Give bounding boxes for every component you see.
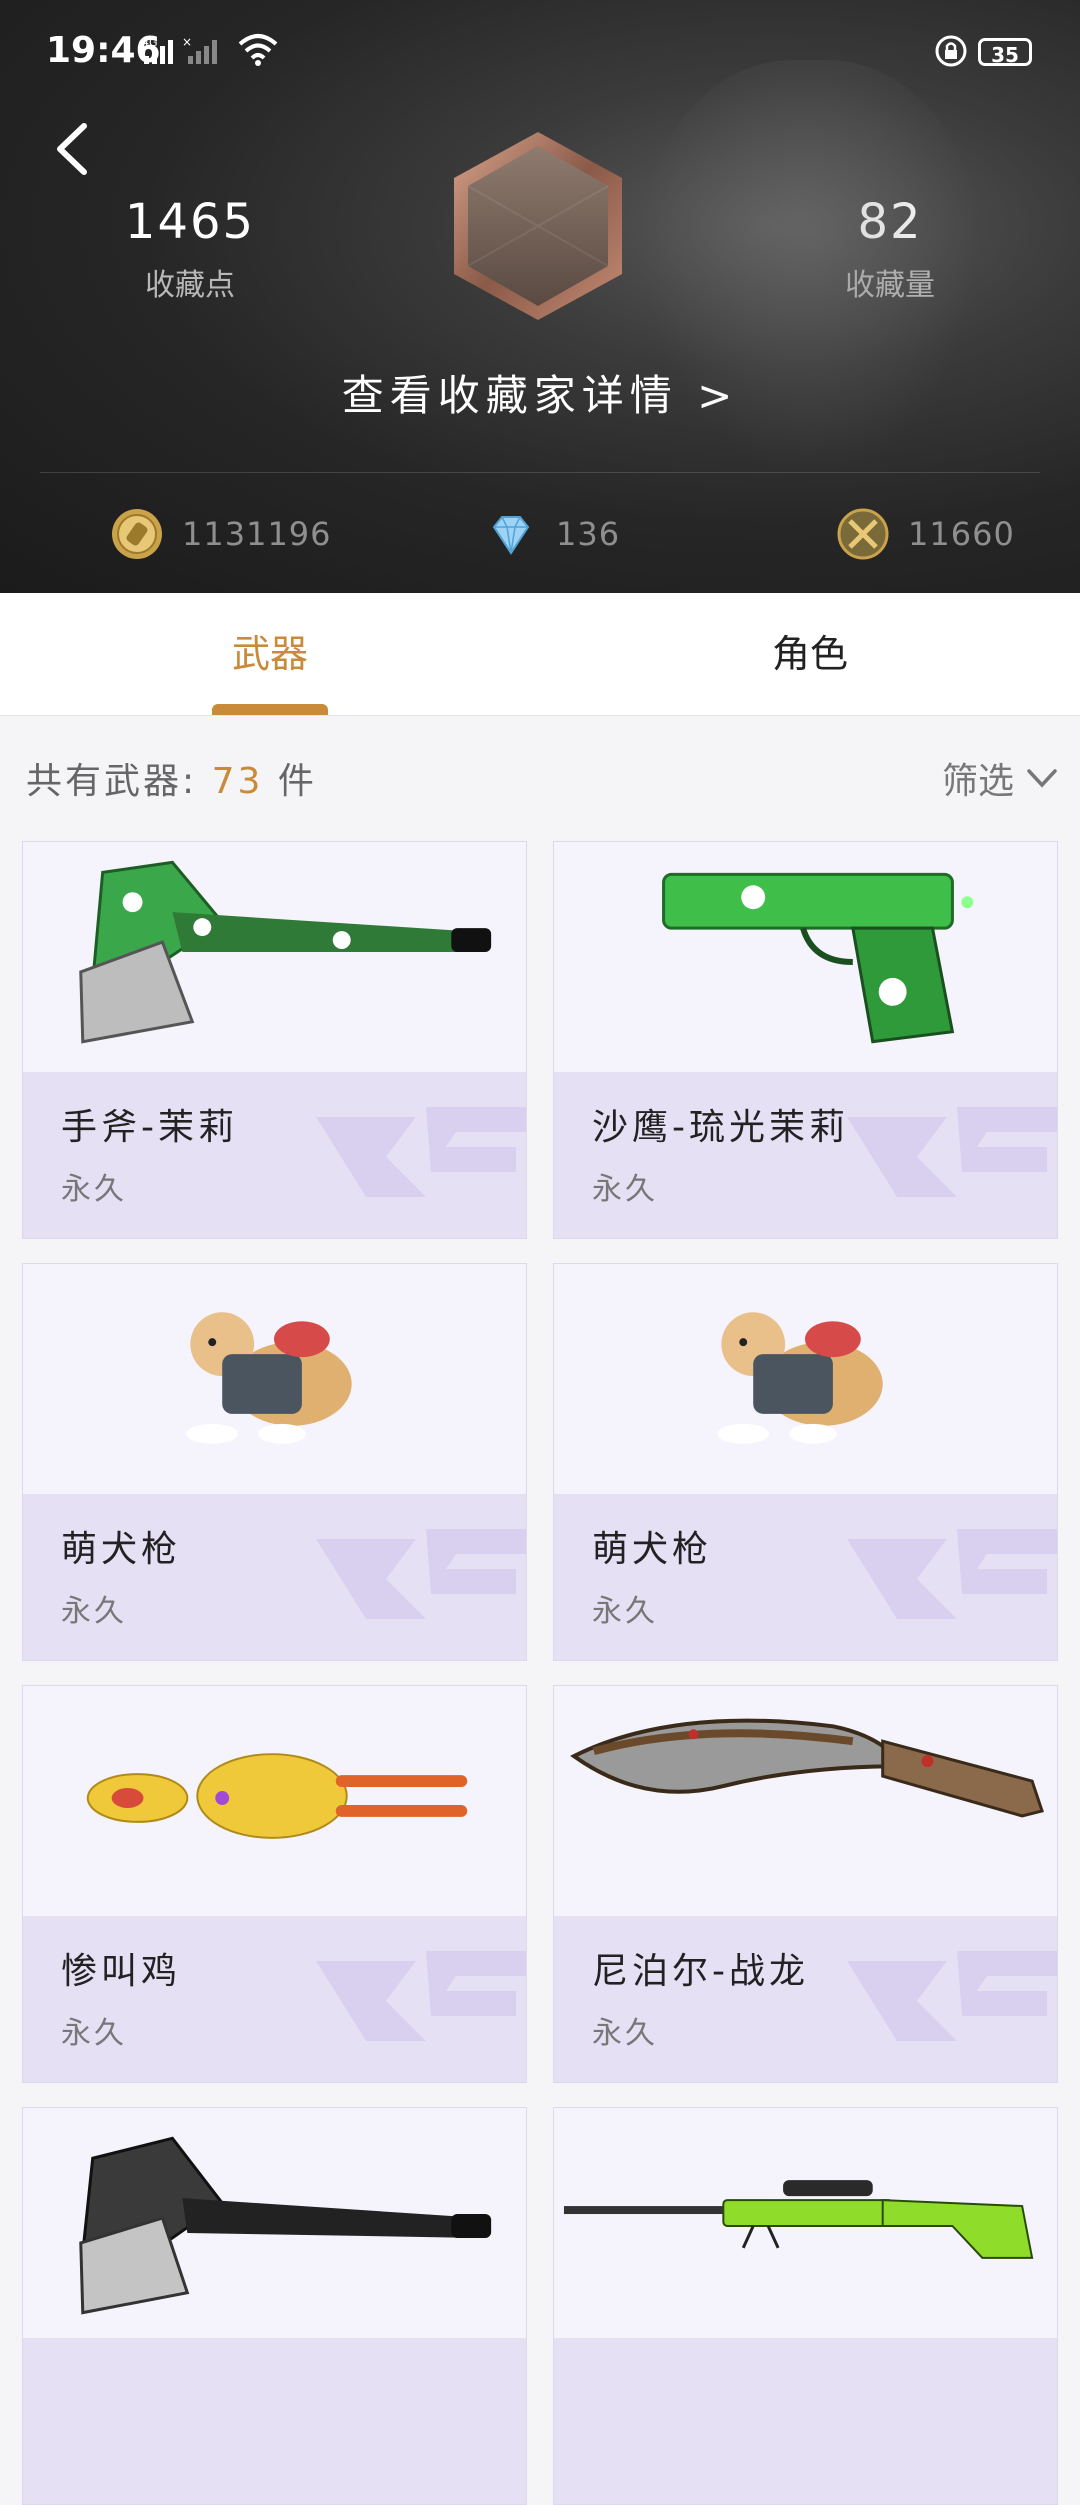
battle-value: 11660 — [908, 515, 1015, 553]
axe-jasmine-image — [79, 860, 492, 1044]
card-info — [554, 2338, 1057, 2504]
collector-header: 19:46 4G × 35 1465 收藏点 82 收藏量 查看收藏家详情 > … — [0, 0, 1080, 593]
rubber-chicken-image — [86, 1753, 468, 1839]
weapon-duration: 永久 — [61, 1172, 127, 1207]
view-collector-details-link[interactable]: 查看收藏家详情 > — [0, 362, 1080, 423]
card-info: 萌犬枪 永久 — [23, 1494, 526, 1660]
card-info: 惨叫鸡 永久 — [23, 1916, 526, 2082]
cf-logo-watermark — [847, 1107, 1057, 1197]
weapon-count-suffix: 件 — [277, 761, 317, 802]
weapon-count-prefix: 共有武器: — [26, 761, 198, 802]
svg-text:×: × — [182, 36, 192, 49]
active-tab-indicator — [212, 704, 328, 715]
chevron-down-icon — [1027, 769, 1057, 788]
weapon-count-number: 73 — [211, 761, 264, 802]
diamond-currency: 136 — [484, 504, 620, 564]
weapon-name: 尼泊尔-战龙 — [592, 1951, 809, 1992]
weapon-duration: 永久 — [61, 2016, 127, 2051]
filter-button[interactable]: 筛选 — [942, 752, 1058, 804]
card-info: 沙鹰-琉光茉莉 永久 — [554, 1072, 1057, 1238]
diamond-icon — [492, 516, 530, 555]
weapon-name: 萌犬枪 — [61, 1529, 182, 1570]
collection-points: 1465 收藏点 — [60, 194, 320, 304]
card-info — [23, 2338, 526, 2504]
battle-currency: 11660 — [836, 504, 1015, 564]
weapon-card[interactable]: 手斧-茉莉 永久 — [22, 841, 527, 1239]
tab-weapons[interactable]: 武器 — [0, 593, 540, 715]
weapon-name: 惨叫鸡 — [61, 1951, 182, 1992]
weapon-card[interactable] — [22, 2107, 527, 2505]
weapon-card[interactable]: 萌犬枪 永久 — [553, 1263, 1058, 1661]
axe-black-image — [79, 2136, 492, 2315]
battery-indicator: 35 — [978, 38, 1032, 67]
gold-coin-icon — [112, 509, 162, 559]
card-info: 尼泊尔-战龙 永久 — [554, 1916, 1057, 2082]
weapon-duration: 永久 — [592, 1594, 658, 1629]
deagle-jasmine-image — [662, 872, 974, 1044]
collection-count-value: 82 — [857, 194, 923, 250]
weapon-duration: 永久 — [61, 1594, 127, 1629]
weapon-duration: 永久 — [592, 2016, 658, 2051]
header-divider — [40, 472, 1040, 473]
cf-logo-watermark — [847, 1529, 1057, 1619]
card-info: 手斧-茉莉 永久 — [23, 1072, 526, 1238]
kukri-image — [570, 1718, 1044, 1818]
weapon-card[interactable]: 萌犬枪 永久 — [22, 1263, 527, 1661]
card-info: 萌犬枪 永久 — [554, 1494, 1057, 1660]
weapon-card[interactable]: 惨叫鸡 永久 — [22, 1685, 527, 2083]
filter-label: 筛选 — [941, 761, 1014, 802]
sniper-green-image — [563, 2180, 1034, 2259]
collection-points-label: 收藏点 — [145, 268, 235, 303]
cf-logo-watermark — [847, 1951, 1057, 2041]
wifi-icon — [238, 34, 278, 66]
weapon-card[interactable] — [553, 2107, 1058, 2505]
collector-rank-badge[interactable] — [448, 128, 628, 324]
gold-currency: 1131196 — [110, 504, 332, 564]
weapon-name: 萌犬枪 — [592, 1529, 713, 1570]
collection-count: 82 收藏量 — [760, 194, 1020, 304]
back-arrow-icon[interactable] — [52, 120, 92, 178]
cf-logo-watermark — [316, 1951, 526, 2041]
weapon-duration: 永久 — [592, 1172, 658, 1207]
collection-points-value: 1465 — [124, 194, 256, 250]
weapon-card[interactable]: 尼泊尔-战龙 永久 — [553, 1685, 1058, 2083]
weapon-name: 沙鹰-琉光茉莉 — [592, 1107, 849, 1148]
crossed-swords-icon — [837, 508, 889, 560]
dog-image — [186, 1312, 352, 1444]
count-bar: 共有武器: 73 件 筛选 — [0, 716, 1080, 826]
cf-logo-watermark — [316, 1107, 526, 1197]
tab-characters[interactable]: 角色 — [540, 593, 1080, 715]
weapon-name: 手斧-茉莉 — [61, 1107, 238, 1148]
collection-count-label: 收藏量 — [845, 268, 935, 303]
signal-icon: 4G × — [142, 35, 232, 71]
dog-image — [717, 1312, 883, 1444]
weapon-card[interactable]: 沙鹰-琉光茉莉 永久 — [553, 841, 1058, 1239]
gold-value: 1131196 — [182, 515, 332, 553]
status-bar: 19:46 4G × 35 — [0, 0, 1080, 100]
category-tabs: 武器 角色 — [0, 593, 1080, 716]
diamond-value: 136 — [556, 515, 621, 553]
cf-logo-watermark — [316, 1529, 526, 1619]
weapon-count: 共有武器: 73 件 — [26, 752, 317, 804]
svg-text:4G: 4G — [142, 36, 158, 49]
rotation-lock-icon — [935, 35, 967, 67]
